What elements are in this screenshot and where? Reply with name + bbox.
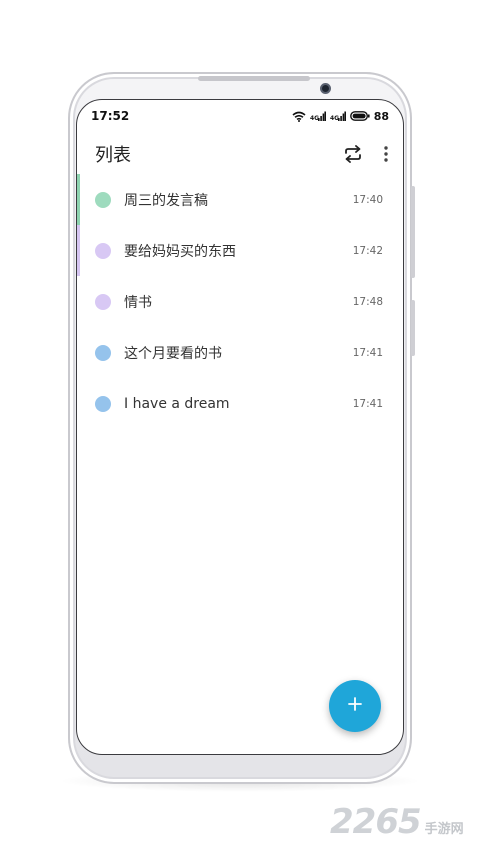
note-list: 周三的发言稿 17:40 要给妈妈买的东西 17:42 情书 17:48 这个月… <box>77 174 403 429</box>
status-time: 17:52 <box>91 109 130 123</box>
status-bar: 17:52 4G 4G 88 <box>77 100 403 132</box>
note-time: 17:40 <box>352 193 383 206</box>
app-screen: 17:52 4G 4G 88 列表 周三的发言稿 17:40 要给妈妈买的东西 … <box>76 99 404 755</box>
list-item[interactable]: 周三的发言稿 17:40 <box>77 174 403 225</box>
note-title: 情书 <box>124 294 152 311</box>
battery-level: 88 <box>373 109 389 123</box>
volume-button <box>411 186 415 278</box>
app-header: 列表 <box>77 136 403 172</box>
list-item[interactable]: 情书 17:48 <box>77 276 403 327</box>
note-color-dot <box>95 293 111 310</box>
note-title: 周三的发言稿 <box>124 192 208 209</box>
svg-text:4G: 4G <box>310 115 319 122</box>
more-vertical-icon[interactable] <box>383 145 389 163</box>
note-color-bar <box>77 225 80 276</box>
note-color-dot <box>95 344 111 361</box>
wifi-icon <box>292 111 306 122</box>
page-title: 列表 <box>95 145 131 166</box>
note-time: 17:48 <box>352 295 383 308</box>
repeat-icon[interactable] <box>343 145 363 163</box>
signal-icon-sim1: 4G <box>310 111 326 122</box>
power-button <box>411 300 415 356</box>
note-title: I have a dream <box>124 395 230 412</box>
status-icons: 4G 4G 88 <box>292 110 389 123</box>
watermark-text: 手游网 <box>424 822 464 837</box>
note-title: 这个月要看的书 <box>124 345 222 362</box>
plus-icon <box>347 696 363 716</box>
phone-speaker <box>198 76 310 81</box>
note-color-dot <box>95 395 111 412</box>
note-time: 17:41 <box>352 346 383 359</box>
note-color-bar <box>77 174 80 225</box>
list-item[interactable]: 这个月要看的书 17:41 <box>77 327 403 378</box>
note-title: 要给妈妈买的东西 <box>124 243 236 260</box>
note-time: 17:42 <box>352 244 383 257</box>
signal-icon-sim2: 4G <box>330 111 346 122</box>
note-color-dot <box>95 242 111 259</box>
note-color-dot <box>95 191 111 208</box>
front-camera <box>320 83 331 94</box>
list-item[interactable]: I have a dream 17:41 <box>77 378 403 429</box>
battery-icon <box>349 111 370 121</box>
note-time: 17:41 <box>352 397 383 410</box>
svg-text:4G: 4G <box>330 115 339 122</box>
header-actions <box>343 145 389 163</box>
add-note-button[interactable] <box>329 680 381 732</box>
site-watermark: 2265 手游网 <box>330 802 464 842</box>
list-item[interactable]: 要给妈妈买的东西 17:42 <box>77 225 403 276</box>
watermark-number: 2265 <box>330 802 422 842</box>
